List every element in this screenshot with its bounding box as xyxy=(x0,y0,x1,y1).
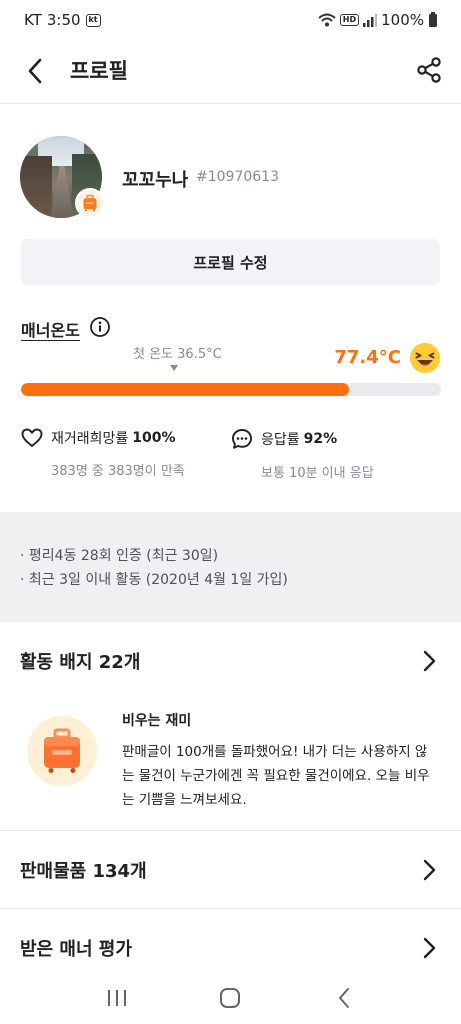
first-temp-marker xyxy=(170,365,178,371)
activity-info: · 평리4동 28회 인증 (최근 30일) · 최근 3일 이내 활동 (20… xyxy=(0,512,461,622)
status-right: HD 100% xyxy=(318,11,437,29)
edit-profile-button[interactable]: 프로필 수정 xyxy=(21,239,440,285)
sales-row[interactable]: 판매물품 134개 xyxy=(0,831,461,909)
temp-value: 77.4°C xyxy=(334,347,401,368)
rehire-value: 100% xyxy=(132,430,176,446)
status-left: KT 3:50 kt xyxy=(24,11,101,29)
badge-description: 판매글이 100개를 돌파했어요! 내가 더는 사용하지 않는 물건이 누군가에… xyxy=(122,744,430,808)
manner-temperature: 매너온도 첫 온도 36.5°C 77.4°C xyxy=(21,315,441,405)
badges-row[interactable]: 활동 배지 22개 xyxy=(0,622,461,700)
battery-icon xyxy=(429,11,437,27)
home-icon[interactable] xyxy=(210,978,250,1018)
suitcase-icon xyxy=(27,716,97,786)
response-rate: 응답률 92% 보통 10분 이내 응답 xyxy=(231,428,374,481)
chevron-right-icon xyxy=(423,859,436,881)
response-label: 응답률 xyxy=(261,432,300,448)
badge-card[interactable]: 비우는 재미 판매글이 100개를 돌파했어요! 내가 더는 사용하지 않는 물… xyxy=(21,700,441,820)
badge-name: 비우는 재미 xyxy=(122,713,192,729)
profile-header: 꼬꼬누나 #10970613 xyxy=(20,136,441,220)
stats: 재거래희망률 100% 383명 중 383명이 만족 응답률 92% 보통 10분… xyxy=(21,428,441,488)
temp-bar xyxy=(21,383,441,396)
wifi-icon xyxy=(318,13,336,27)
back-button[interactable] xyxy=(20,56,50,86)
carrier-badge: kt xyxy=(85,13,101,27)
system-nav-bar xyxy=(0,972,461,1024)
back-icon[interactable] xyxy=(324,978,364,1018)
laughing-face-icon xyxy=(410,343,440,373)
chevron-left-icon xyxy=(28,58,42,84)
recent-apps-icon[interactable] xyxy=(97,978,137,1018)
user-id: #10970613 xyxy=(196,169,279,185)
luggage-icon xyxy=(75,188,105,218)
badges-title: 활동 배지 22개 xyxy=(20,652,141,673)
hd-icon: HD xyxy=(339,14,360,26)
carrier-label: KT xyxy=(24,11,42,29)
info-auth-line: · 평리4동 28회 인증 (최근 30일) xyxy=(20,548,219,564)
heart-icon xyxy=(21,428,43,447)
nickname: 꼬꼬누나 xyxy=(122,170,189,191)
app-bar: 프로필 xyxy=(0,40,461,104)
chat-bubble-icon xyxy=(232,429,252,449)
share-button[interactable] xyxy=(413,54,445,86)
manner-label[interactable]: 매너온도 xyxy=(21,317,80,341)
chevron-right-icon xyxy=(423,650,436,672)
sales-title: 판매물품 134개 xyxy=(20,861,147,882)
chevron-right-icon xyxy=(423,937,436,959)
battery-percent: 100% xyxy=(381,11,424,29)
info-icon[interactable] xyxy=(89,316,111,338)
page-title: 프로필 xyxy=(70,59,128,83)
signal-icon xyxy=(363,13,378,27)
info-activity-line: · 최근 3일 이내 활동 (2020년 4월 1일 가입) xyxy=(20,572,288,588)
rehire-label: 재거래희망률 xyxy=(51,431,129,447)
share-icon xyxy=(417,57,441,83)
clock: 3:50 xyxy=(46,11,81,29)
temp-bar-fill xyxy=(21,383,349,396)
response-sub: 보통 10분 이내 응답 xyxy=(261,466,374,481)
response-value: 92% xyxy=(303,431,338,447)
rehire-sub: 383명 중 383명이 만족 xyxy=(51,464,185,479)
first-temp-label: 첫 온도 36.5°C xyxy=(133,347,222,362)
rehire-rate: 재거래희망률 100% 383명 중 383명이 만족 xyxy=(21,428,185,479)
reviews-title: 받은 매너 평가 xyxy=(20,939,132,960)
status-bar: KT 3:50 kt HD 100% xyxy=(0,0,461,40)
